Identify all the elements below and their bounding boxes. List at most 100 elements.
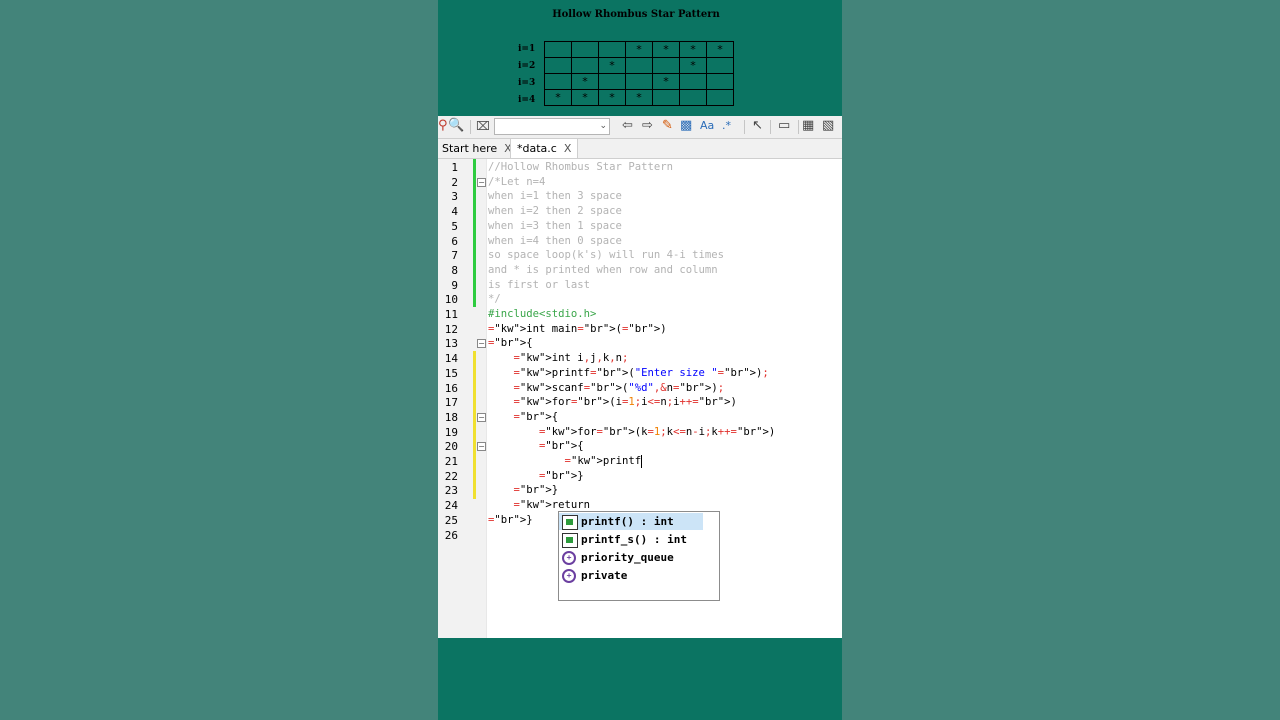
grid-cell: * <box>652 73 680 90</box>
pointer-icon[interactable]: ↖ <box>752 117 763 135</box>
grid-cell <box>571 57 599 74</box>
line-number: 9 <box>451 278 458 292</box>
code-line[interactable]: 16 ="kw">scanf="br">("%d",&n="br">); <box>438 381 842 396</box>
code-line[interactable]: 14 ="kw">int i,j,k,n; <box>438 351 842 366</box>
autocomplete-item[interactable]: printf() : int <box>559 513 703 530</box>
search-icon[interactable]: 🔍 <box>448 117 464 135</box>
code-text: ="kw">int i,j,k,n; <box>513 352 629 365</box>
grid-row: * * * * <box>544 89 734 106</box>
code-line[interactable]: 15 ="kw">printf="br">("Enter size "="br"… <box>438 366 842 381</box>
grid-cell <box>598 73 626 90</box>
code-line[interactable]: 20 − ="br">{ <box>438 439 842 454</box>
rectangle-icon[interactable]: ▭ <box>778 117 790 135</box>
scope-combobox[interactable]: ⌄ <box>494 118 610 135</box>
editor-tabbar: Start here X *data.c X <box>438 139 842 159</box>
find-icon[interactable]: ⚲ <box>438 117 448 135</box>
grid-row: * * <box>544 73 734 90</box>
function-icon <box>562 515 578 530</box>
autocomplete-item[interactable]: printf_s() : int <box>559 531 703 548</box>
code-line[interactable]: 18 − ="br">{ <box>438 410 842 425</box>
class-icon: + <box>562 551 576 565</box>
grid-cell <box>544 41 572 58</box>
code-text: when i=3 then 1 space <box>488 219 622 232</box>
table-icon[interactable]: ▧ <box>822 117 834 135</box>
code-text: ="kw">for="br">(i=1;i<=n;i++="br">) <box>513 396 737 409</box>
code-line[interactable]: 22 ="br">} <box>438 469 842 484</box>
arrow-left-icon[interactable]: ⇦ <box>622 117 633 135</box>
code-line[interactable]: 19 ="kw">for="br">(k=1;k<=n-i;k++="br">) <box>438 425 842 440</box>
selection-icon[interactable]: ▩ <box>680 117 692 135</box>
code-line[interactable]: 8 and * is printed when row and column <box>438 263 842 278</box>
code-line[interactable]: 7 so space loop(k's) will run 4-i times <box>438 248 842 263</box>
grid-cell <box>571 41 599 58</box>
code-line[interactable]: 2 −/*Let n=4 <box>438 175 842 190</box>
line-number: 24 <box>444 499 458 513</box>
code-line[interactable]: 4 when i=2 then 2 space <box>438 204 842 219</box>
arrow-right-icon[interactable]: ⇨ <box>642 117 653 135</box>
code-line[interactable]: 21 ="kw">printf <box>438 454 842 469</box>
code-text: //Hollow Rhombus Star Pattern <box>488 161 673 173</box>
close-icon[interactable]: X <box>564 142 572 155</box>
class-icon: + <box>562 569 576 583</box>
toolbar: ⚲ 🔍 ⌧ ⌄ ⇦ ⇨ ✎ ▩ Aa .* ↖ ▭ ▦ ▧ <box>438 116 842 139</box>
grid-cell <box>706 73 734 90</box>
line-number: 4 <box>451 205 458 219</box>
grid-cell: * <box>625 89 653 106</box>
code-line[interactable]: 1 //Hollow Rhombus Star Pattern <box>438 160 842 175</box>
highlight-icon[interactable]: ✎ <box>662 117 673 135</box>
code-text: when i=2 then 2 space <box>488 205 622 218</box>
line-number: 6 <box>451 234 458 248</box>
grid-row: * * <box>544 57 734 74</box>
code-line[interactable]: 12 ="kw">int main="br">(="br">) <box>438 322 842 337</box>
ide-window: ⚲ 🔍 ⌧ ⌄ ⇦ ⇨ ✎ ▩ Aa .* ↖ ▭ ▦ ▧ Start here… <box>438 116 842 638</box>
code-editor[interactable]: 1 //Hollow Rhombus Star Pattern 2−/*Let n=… <box>438 159 842 638</box>
line-number: 20 <box>444 440 458 454</box>
function-icon <box>562 533 578 548</box>
line-number: 8 <box>451 263 458 277</box>
tab-start-here[interactable]: Start here X <box>442 139 512 158</box>
code-line[interactable]: 5 when i=3 then 1 space <box>438 219 842 234</box>
code-line[interactable]: 13 − ="br">{ <box>438 336 842 351</box>
tab-data-c[interactable]: *data.c X <box>510 139 579 158</box>
code-line[interactable]: 9 is first or last <box>438 278 842 293</box>
code-text: ="br">{ <box>488 337 533 350</box>
clear-icon[interactable]: ⌧ <box>476 117 490 135</box>
code-line[interactable]: 17 ="kw">for="br">(i=1;i<=n;i++="br">) <box>438 395 842 410</box>
text-caret <box>641 454 643 468</box>
autocomplete-label: printf() : int <box>581 515 674 528</box>
pattern-grid: * * * * * * * * * * * * <box>544 41 734 106</box>
grid-icon[interactable]: ▦ <box>802 117 814 135</box>
code-line[interactable]: 6 when i=4 then 0 space <box>438 234 842 249</box>
autocomplete-item[interactable]: + private <box>559 567 703 584</box>
line-number: 7 <box>451 249 458 263</box>
match-case-icon[interactable]: Aa <box>700 117 714 135</box>
autocomplete-label: printf_s() : int <box>581 533 687 546</box>
grid-row: * * * * <box>544 41 734 58</box>
code-text: */ <box>488 293 501 306</box>
fold-toggle-icon[interactable]: − <box>477 412 486 422</box>
chevron-down-icon[interactable]: ⌄ <box>599 119 607 134</box>
line-number: 23 <box>444 484 458 498</box>
grid-cell <box>625 73 653 90</box>
code-text: /*Let n=4 <box>488 175 546 188</box>
grid-cell <box>652 57 680 74</box>
line-number: 1 <box>451 161 458 174</box>
autocomplete-item[interactable]: + priority_queue <box>559 549 703 566</box>
line-number: 21 <box>444 455 458 468</box>
grid-cell <box>706 89 734 106</box>
grid-cell: * <box>652 41 680 58</box>
fold-toggle-icon[interactable]: − <box>477 177 486 187</box>
code-text: when i=4 then 0 space <box>488 234 622 247</box>
fold-toggle-icon[interactable]: − <box>477 442 486 452</box>
autocomplete-popup[interactable]: printf() : int printf_s() : int + priori… <box>558 511 720 601</box>
regex-icon[interactable]: .* <box>722 117 731 135</box>
code-line[interactable]: 3 when i=1 then 3 space <box>438 189 842 204</box>
code-text: ="kw">scanf="br">("%d",&n="br">); <box>513 381 725 394</box>
code-line[interactable]: 23 ="br">} <box>438 483 842 498</box>
autocomplete-label: priority_queue <box>581 551 674 564</box>
line-number: 12 <box>444 322 458 336</box>
code-line[interactable]: 10 */ <box>438 292 842 307</box>
grid-cell: * <box>625 41 653 58</box>
code-line[interactable]: 11 #include<stdio.h> <box>438 307 842 322</box>
fold-toggle-icon[interactable]: − <box>477 339 486 349</box>
